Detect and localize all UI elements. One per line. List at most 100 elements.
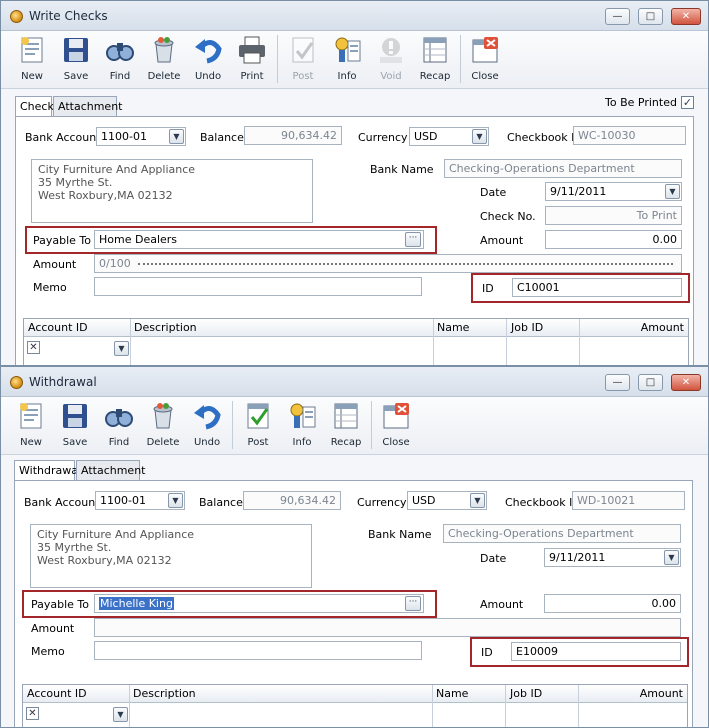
toolbar-separator xyxy=(232,401,233,449)
column-amount[interactable]: Amount xyxy=(640,687,683,700)
detail-grid: Account ID Description Name Job ID Amoun… xyxy=(23,318,689,365)
grid-divider xyxy=(130,319,131,365)
bank-account-value: 1100-01 xyxy=(101,130,147,143)
close-label: Close xyxy=(382,437,410,448)
post-button[interactable]: Post xyxy=(281,33,325,87)
minimize-button[interactable]: — xyxy=(605,374,630,391)
id-field[interactable]: E10009 xyxy=(511,642,681,661)
payable-to-field[interactable]: Home Dealers ··· xyxy=(94,230,424,249)
amount-field[interactable]: 0.00 xyxy=(544,594,681,613)
find-button[interactable]: Find xyxy=(98,33,142,87)
bank-account-label: Bank Account xyxy=(25,131,101,144)
chevron-down-icon[interactable]: ▼ xyxy=(472,129,487,144)
delete-row-icon[interactable]: ✕ xyxy=(27,341,40,354)
memo-field[interactable] xyxy=(94,277,422,296)
column-description[interactable]: Description xyxy=(133,687,196,700)
chevron-down-icon[interactable]: ▼ xyxy=(664,550,679,565)
chevron-down-icon[interactable]: ▼ xyxy=(168,493,183,508)
address-box[interactable]: City Furniture And Appliance 35 Myrthe S… xyxy=(31,159,313,223)
save-button[interactable]: Save xyxy=(54,33,98,87)
tab-attachment[interactable]: Attachment xyxy=(76,460,146,480)
save-button[interactable]: Save xyxy=(53,399,97,453)
close-window-button[interactable]: ✕ xyxy=(671,374,701,391)
chevron-down-icon[interactable]: ▼ xyxy=(665,184,680,199)
grid-divider xyxy=(506,319,507,365)
undo-button[interactable]: Undo xyxy=(185,399,229,453)
toolbar-separator xyxy=(371,401,372,449)
column-name[interactable]: Name xyxy=(437,321,469,334)
close-icon xyxy=(472,37,498,63)
post-icon xyxy=(247,403,269,429)
currency-combo[interactable]: USD ▼ xyxy=(409,127,489,146)
info-button[interactable]: Info xyxy=(325,33,369,87)
post-button[interactable]: Post xyxy=(236,399,280,453)
payable-to-label: Payable To xyxy=(31,598,90,611)
currency-combo[interactable]: USD ▼ xyxy=(407,491,487,510)
maximize-button[interactable]: □ xyxy=(638,374,663,391)
chevron-down-icon[interactable]: ▼ xyxy=(114,341,129,356)
tab-check[interactable]: Check xyxy=(15,96,54,117)
undo-button[interactable]: Undo xyxy=(186,33,230,87)
payable-to-value: Home Dealers xyxy=(99,233,178,246)
close-button[interactable]: Close xyxy=(463,33,507,87)
app-icon xyxy=(10,10,23,23)
memo-field[interactable] xyxy=(94,641,422,660)
column-amount[interactable]: Amount xyxy=(641,321,684,334)
recap-button[interactable]: Recap xyxy=(413,33,457,87)
new-icon xyxy=(20,403,42,429)
info-icon xyxy=(290,403,316,428)
maximize-button[interactable]: □ xyxy=(638,8,663,25)
column-account-id[interactable]: Account ID xyxy=(28,321,88,334)
info-button[interactable]: Info xyxy=(280,399,324,453)
delete-label: Delete xyxy=(147,71,181,82)
delete-button[interactable]: Delete xyxy=(141,399,185,453)
delete-button[interactable]: Delete xyxy=(142,33,186,87)
tab-attachment[interactable]: Attachment xyxy=(53,96,123,116)
column-account-id[interactable]: Account ID xyxy=(27,687,87,700)
column-name[interactable]: Name xyxy=(436,687,468,700)
info-label: Info xyxy=(337,71,357,82)
address-box[interactable]: City Furniture And Appliance 35 Myrthe S… xyxy=(30,524,312,588)
find-button[interactable]: Find xyxy=(97,399,141,453)
chevron-down-icon[interactable]: ▼ xyxy=(470,493,485,508)
date-picker[interactable]: 9/11/2011 ▼ xyxy=(545,182,682,201)
close-button[interactable]: Close xyxy=(374,399,418,453)
close-window-button[interactable]: ✕ xyxy=(671,8,701,25)
date-picker[interactable]: 9/11/2011 ▼ xyxy=(544,548,681,567)
more-icon[interactable]: ··· xyxy=(405,596,421,611)
grid-divider xyxy=(433,319,434,365)
chevron-down-icon[interactable]: ▼ xyxy=(113,707,128,722)
window-title: Write Checks xyxy=(29,9,108,23)
address-line: West Roxbury,MA 02132 xyxy=(38,189,173,202)
new-button[interactable]: New xyxy=(10,33,54,87)
id-field[interactable]: C10001 xyxy=(512,278,682,297)
amount-field[interactable]: 0.00 xyxy=(545,230,682,249)
post-label: Post xyxy=(292,71,314,82)
column-job-id[interactable]: Job ID xyxy=(510,687,542,700)
undo-icon xyxy=(194,405,221,430)
void-button[interactable]: Void xyxy=(369,33,413,87)
tab-withdrawal[interactable]: Withdrawal xyxy=(14,460,81,481)
check-panel: Bank Account 1100-01 ▼ Balance 90,634.42… xyxy=(15,116,694,365)
amount-dash-line xyxy=(138,263,673,265)
checkbook-id-field: WC-10030 xyxy=(573,126,686,145)
column-job-id[interactable]: Job ID xyxy=(511,321,543,334)
recap-label: Recap xyxy=(330,437,362,448)
more-icon[interactable]: ··· xyxy=(405,232,421,247)
bank-account-combo[interactable]: 1100-01 ▼ xyxy=(95,491,185,510)
to-be-printed-checkbox[interactable]: ✓ xyxy=(681,96,694,109)
chevron-down-icon[interactable]: ▼ xyxy=(169,129,184,144)
print-button[interactable]: Print xyxy=(230,33,274,87)
column-description[interactable]: Description xyxy=(134,321,197,334)
bank-account-combo[interactable]: 1100-01 ▼ xyxy=(96,127,186,146)
balance-label: Balance xyxy=(199,496,243,509)
void-icon xyxy=(380,38,402,63)
payable-to-field[interactable]: Michelle King ··· xyxy=(94,594,424,613)
recap-button[interactable]: Recap xyxy=(324,399,368,453)
amount-words-label: Amount xyxy=(31,622,75,635)
new-button[interactable]: New xyxy=(9,399,53,453)
recap-label: Recap xyxy=(419,71,451,82)
delete-row-icon[interactable]: ✕ xyxy=(26,707,39,720)
withdrawal-window: Withdrawal — □ ✕ New Save Find Delete Un… xyxy=(0,366,709,728)
minimize-button[interactable]: — xyxy=(605,8,630,25)
